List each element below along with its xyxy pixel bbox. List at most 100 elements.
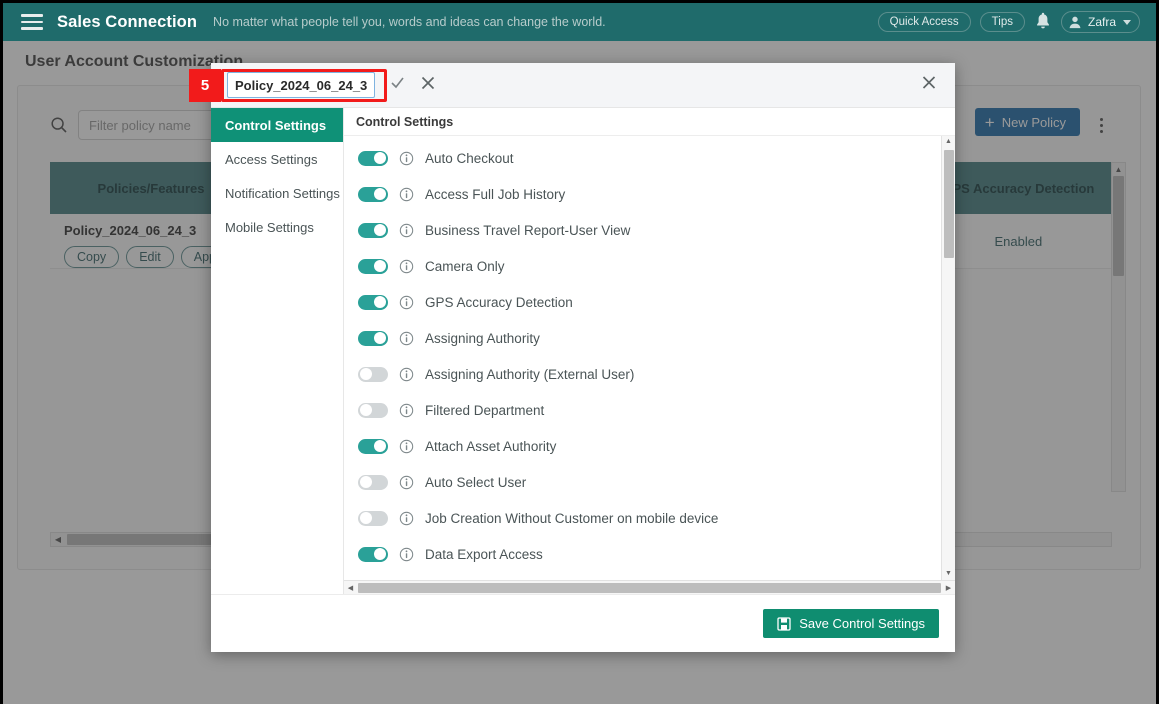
modal-header [211, 63, 955, 108]
info-icon[interactable] [399, 475, 414, 490]
annotation-step-badge: 5 [189, 69, 221, 102]
section-title: Control Settings [344, 108, 955, 136]
info-icon[interactable] [399, 223, 414, 238]
toggle-knob [360, 404, 372, 416]
setting-row: Auto Select User [344, 464, 941, 500]
sidebar-item-control-settings[interactable]: Control Settings [211, 108, 343, 142]
info-icon[interactable] [399, 547, 414, 562]
info-icon[interactable] [399, 403, 414, 418]
modal-footer: Save Control Settings [211, 594, 955, 652]
setting-label: Attach Asset Authority [425, 438, 557, 454]
user-menu[interactable]: Zafra [1060, 11, 1140, 33]
app-brand-title: Sales Connection [57, 12, 198, 31]
setting-row: Auto Checkout [344, 140, 941, 176]
setting-label: Access Full Job History [425, 186, 566, 202]
setting-label: Camera Only [425, 258, 505, 274]
hamburger-icon[interactable] [21, 14, 43, 30]
bell-icon[interactable] [1034, 12, 1052, 32]
x-icon[interactable] [420, 75, 436, 96]
scroll-right-icon[interactable]: ▶ [942, 584, 955, 592]
toggle-knob [374, 188, 386, 200]
modal-sidebar: Control Settings Access Settings Notific… [211, 108, 344, 594]
toggle-switch[interactable] [358, 258, 388, 274]
top-header-bar: Sales Connection No matter what people t… [3, 3, 1156, 41]
toggle-switch[interactable] [358, 150, 388, 166]
toggle-knob [374, 260, 386, 272]
info-icon[interactable] [399, 259, 414, 274]
toggle-switch[interactable] [358, 438, 388, 454]
sidebar-item-mobile-settings[interactable]: Mobile Settings [211, 210, 343, 244]
setting-row: To Do List Settings [344, 572, 941, 580]
setting-label: Assigning Authority (External User) [425, 366, 635, 382]
info-icon[interactable] [399, 331, 414, 346]
floppy-disk-icon [777, 616, 791, 631]
save-control-settings-button[interactable]: Save Control Settings [763, 609, 939, 638]
setting-row: Business Travel Report-User View [344, 212, 941, 248]
horizontal-scroll-thumb[interactable] [358, 582, 941, 593]
toggle-switch[interactable] [358, 222, 388, 238]
info-icon[interactable] [399, 511, 414, 526]
toggle-switch[interactable] [358, 510, 388, 526]
sidebar-item-label: Access Settings [225, 151, 318, 167]
toggle-knob [374, 152, 386, 164]
setting-row: Camera Only [344, 248, 941, 284]
toggle-switch[interactable] [358, 402, 388, 418]
tips-button[interactable]: Tips [979, 12, 1025, 32]
sidebar-item-notification-settings[interactable]: Notification Settings [211, 176, 343, 210]
modal-main-panel: Control Settings Auto Checkout Access Ful… [344, 108, 955, 594]
setting-label: Assigning Authority [425, 330, 540, 346]
setting-row: Data Export Access [344, 536, 941, 572]
toggle-switch[interactable] [358, 330, 388, 346]
info-icon[interactable] [399, 439, 414, 454]
toggle-switch[interactable] [358, 186, 388, 202]
toggle-knob [374, 440, 386, 452]
toggle-switch[interactable] [358, 366, 388, 382]
scroll-down-icon[interactable]: ▼ [942, 568, 955, 580]
toggle-switch[interactable] [358, 474, 388, 490]
toggle-region: Auto Checkout Access Full Job History Busi… [344, 136, 955, 580]
vertical-scroll-track[interactable] [942, 148, 955, 568]
scroll-left-icon[interactable]: ◀ [344, 584, 357, 592]
settings-horizontal-scrollbar[interactable]: ◀ ▶ [344, 580, 955, 594]
setting-row: Filtered Department [344, 392, 941, 428]
toggle-switch[interactable] [358, 294, 388, 310]
setting-label: Business Travel Report-User View [425, 222, 631, 238]
sidebar-item-access-settings[interactable]: Access Settings [211, 142, 343, 176]
sidebar-item-label: Notification Settings [225, 185, 340, 201]
info-icon[interactable] [399, 367, 414, 382]
setting-label: Auto Select User [425, 474, 527, 490]
vertical-scroll-thumb[interactable] [944, 150, 954, 258]
header-tagline: No matter what people tell you, words an… [213, 15, 606, 29]
setting-label: Data Export Access [425, 546, 543, 562]
save-button-label: Save Control Settings [799, 616, 925, 631]
setting-row: Assigning Authority [344, 320, 941, 356]
header-actions: Quick Access Tips Zafra [877, 11, 1146, 33]
setting-row: GPS Accuracy Detection [344, 284, 941, 320]
policy-settings-modal: Control Settings Access Settings Notific… [211, 63, 955, 652]
setting-row: Job Creation Without Customer on mobile … [344, 500, 941, 536]
quick-access-button[interactable]: Quick Access [877, 12, 971, 32]
settings-toggle-list: Auto Checkout Access Full Job History Busi… [344, 136, 941, 580]
setting-label: Filtered Department [425, 402, 545, 418]
info-icon[interactable] [399, 151, 414, 166]
app-window: Sales Connection No matter what people t… [0, 0, 1159, 704]
info-icon[interactable] [399, 187, 414, 202]
sidebar-item-label: Mobile Settings [225, 219, 314, 235]
toggle-knob [360, 512, 372, 524]
setting-row: Assigning Authority (External User) [344, 356, 941, 392]
check-icon[interactable] [389, 74, 406, 96]
policy-name-input[interactable] [227, 72, 375, 98]
sidebar-item-label: Control Settings [225, 117, 327, 133]
close-icon[interactable] [921, 75, 937, 96]
toggle-knob [374, 224, 386, 236]
toggle-knob [374, 548, 386, 560]
scroll-up-icon[interactable]: ▲ [942, 136, 955, 148]
settings-vertical-scrollbar[interactable]: ▲ ▼ [941, 136, 955, 580]
toggle-knob [374, 296, 386, 308]
setting-label: Job Creation Without Customer on mobile … [425, 510, 719, 526]
toggle-switch[interactable] [358, 546, 388, 562]
info-icon[interactable] [399, 295, 414, 310]
setting-label: GPS Accuracy Detection [425, 294, 573, 310]
toggle-knob [360, 476, 372, 488]
setting-label: Auto Checkout [425, 150, 514, 166]
